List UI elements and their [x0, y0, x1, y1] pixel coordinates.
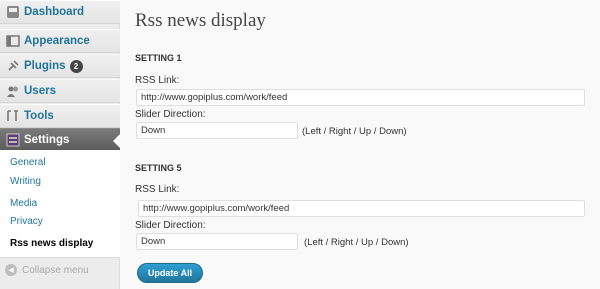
menu-label-tools: Tools	[24, 110, 54, 122]
submenu-general[interactable]: General	[10, 157, 46, 168]
submenu-privacy[interactable]: Privacy	[10, 216, 43, 227]
setting-1-direction-label: Slider Direction:	[135, 109, 206, 120]
setting-5-rss-label: RSS Link:	[135, 184, 180, 195]
setting-1-heading: SETTING 1	[135, 53, 182, 63]
main-content: Rss news display SETTING 1 RSS Link: htt…	[120, 0, 600, 289]
menu-item-dashboard[interactable]: Dashboard	[0, 0, 120, 24]
menu-item-users[interactable]: Users	[0, 79, 120, 103]
dashboard-icon	[5, 5, 20, 20]
settings-submenu: General Writing Media Privacy Rss news d…	[0, 150, 120, 258]
appearance-icon	[5, 34, 20, 49]
menu-item-plugins[interactable]: Plugins 2	[0, 54, 120, 78]
update-all-button[interactable]: Update All	[137, 263, 203, 283]
menu-label-settings: Settings	[24, 134, 70, 146]
setting-5-direction-hint: (Left / Right / Up / Down)	[304, 237, 409, 248]
setting-1-rss-link-input[interactable]: http://www.gopiplus.com/work/feed	[136, 89, 585, 106]
page-title: Rss news display	[135, 10, 266, 31]
menu-label-users: Users	[24, 85, 56, 97]
collapse-arrow-icon: ◀	[5, 264, 17, 276]
collapse-menu-label: Collapse menu	[22, 264, 89, 276]
setting-5-rss-link-input[interactable]: http://www.gopiplus.com/work/feed	[138, 200, 585, 217]
tools-icon	[5, 109, 20, 124]
menu-item-settings[interactable]: Settings	[0, 128, 121, 152]
setting-1-direction-hint: (Left / Right / Up / Down)	[302, 126, 407, 137]
settings-icon	[5, 133, 20, 148]
collapse-menu-button[interactable]: ◀ Collapse menu	[5, 264, 89, 276]
submenu-writing[interactable]: Writing	[10, 176, 41, 187]
admin-sidebar: Dashboard Appearance Plugins 2 Users Too…	[0, 0, 121, 289]
plugins-icon	[5, 59, 20, 74]
setting-5-heading: SETTING 5	[135, 163, 182, 173]
menu-label-dashboard: Dashboard	[24, 6, 85, 18]
submenu-media[interactable]: Media	[10, 198, 37, 209]
setting-5-direction-input[interactable]: Down	[136, 233, 298, 250]
menu-item-tools[interactable]: Tools	[0, 104, 120, 128]
menu-label-appearance: Appearance	[24, 35, 90, 47]
setting-1-rss-label: RSS Link:	[135, 75, 180, 86]
menu-item-appearance[interactable]: Appearance	[0, 29, 120, 53]
users-icon	[5, 84, 20, 99]
setting-1-direction-input[interactable]: Down	[136, 122, 298, 139]
submenu-rss-news-display[interactable]: Rss news display	[10, 238, 93, 249]
menu-label-plugins: Plugins	[24, 60, 66, 72]
plugins-update-badge: 2	[69, 59, 83, 73]
setting-5-direction-label: Slider Direction:	[135, 220, 206, 231]
